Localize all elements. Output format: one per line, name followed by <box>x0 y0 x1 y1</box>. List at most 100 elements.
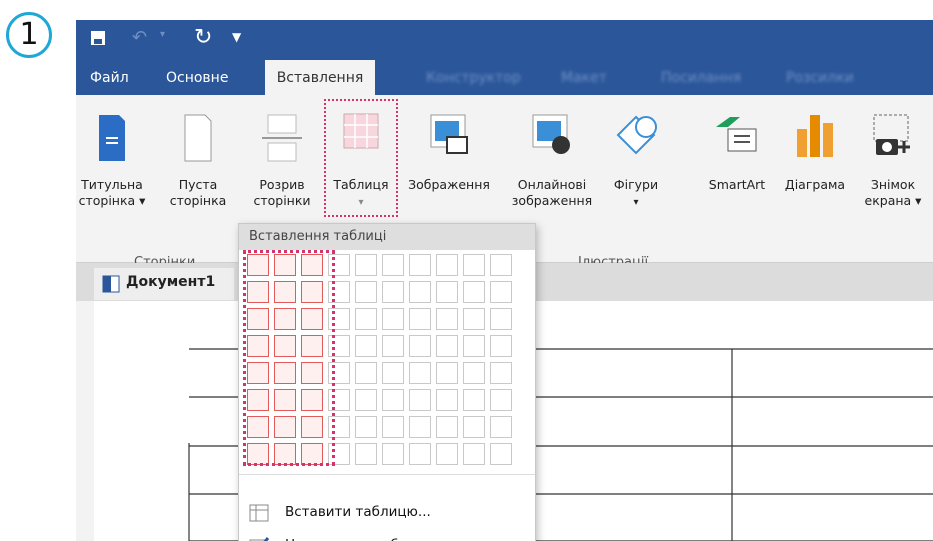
table-dropdown-arrow: ▾ <box>358 197 364 208</box>
page-break-label-2: сторінки <box>253 193 311 208</box>
insert-table-menu-item[interactable]: Вставити таблицю... <box>239 497 535 527</box>
table-icon <box>343 113 379 153</box>
grid-cell[interactable] <box>463 254 485 276</box>
grid-cell[interactable] <box>490 416 512 438</box>
online-pictures-button[interactable]: Онлайнові зображення <box>504 105 600 215</box>
ribbon-tabs: Файл Основне Вставлення Конструктор Маке… <box>76 60 933 95</box>
shapes-button[interactable]: Фігури ▾ <box>606 105 666 215</box>
grid-cell[interactable] <box>490 335 512 357</box>
grid-cell[interactable] <box>409 362 431 384</box>
grid-cell[interactable] <box>490 281 512 303</box>
grid-cell[interactable] <box>355 443 377 465</box>
table-label: Таблиця <box>333 177 389 192</box>
grid-cell[interactable] <box>436 254 458 276</box>
shapes-label: Фігури <box>613 177 659 192</box>
grid-cell[interactable] <box>436 281 458 303</box>
screenshot-button[interactable]: Знімок екрана ▾ <box>858 105 928 215</box>
chart-button[interactable]: Діаграма <box>778 105 852 215</box>
grid-cell[interactable] <box>409 389 431 411</box>
blank-page-label-2: сторінка <box>169 193 227 208</box>
insert-table-header: Вставлення таблиці <box>239 224 535 250</box>
grid-cell[interactable] <box>436 416 458 438</box>
online-picture-icon <box>531 113 573 161</box>
screenshot-label-2: екрана ▾ <box>864 193 922 208</box>
shapes-icon <box>614 113 658 165</box>
grid-cell[interactable] <box>382 443 404 465</box>
table-button[interactable]: Таблиця ▾ <box>324 99 398 217</box>
grid-cell[interactable] <box>490 254 512 276</box>
grid-cell[interactable] <box>355 389 377 411</box>
tab-insert[interactable]: Вставлення <box>265 60 375 95</box>
grid-cell[interactable] <box>490 308 512 330</box>
undo-icon[interactable]: ↶ <box>132 27 147 48</box>
save-icon[interactable] <box>90 30 106 51</box>
grid-cell[interactable] <box>463 416 485 438</box>
grid-cell[interactable] <box>436 362 458 384</box>
grid-cell[interactable] <box>382 308 404 330</box>
smartart-icon <box>714 113 760 161</box>
grid-cell[interactable] <box>490 443 512 465</box>
document-title: Документ1 <box>126 274 216 290</box>
tab-home[interactable]: Основне <box>156 60 238 95</box>
pencil-table-icon <box>249 536 270 541</box>
cover-page-icon <box>97 113 127 167</box>
page-break-label: Розрив <box>259 177 305 192</box>
grid-cell[interactable] <box>355 362 377 384</box>
pictures-label: Зображення <box>408 177 490 192</box>
page-break-button[interactable]: Розрив сторінки <box>246 105 318 215</box>
insert-table-dropdown: Вставлення таблиці Вставити таблицю... Н… <box>238 223 536 541</box>
online-pictures-label: Онлайнові <box>517 177 587 192</box>
grid-cell[interactable] <box>409 335 431 357</box>
cover-page-label: Титульна <box>81 177 143 192</box>
chart-icon <box>795 113 835 161</box>
draw-table-label: Накреслити таблицю <box>285 530 437 541</box>
tab-references[interactable]: Посилання <box>651 60 751 95</box>
grid-cell[interactable] <box>409 416 431 438</box>
grid-cell[interactable] <box>463 281 485 303</box>
grid-cell[interactable] <box>490 389 512 411</box>
grid-cell[interactable] <box>436 389 458 411</box>
cover-page-label-2: сторінка ▾ <box>78 193 146 208</box>
grid-cell[interactable] <box>355 254 377 276</box>
grid-cell[interactable] <box>382 335 404 357</box>
grid-cell[interactable] <box>382 254 404 276</box>
tab-layout[interactable]: Макет <box>551 60 617 95</box>
grid-cell[interactable] <box>409 254 431 276</box>
grid-cell[interactable] <box>355 416 377 438</box>
grid-cell[interactable] <box>463 335 485 357</box>
grid-cell[interactable] <box>463 308 485 330</box>
cover-page-button[interactable]: Титульна сторінка ▾ <box>76 105 148 215</box>
grid-cell[interactable] <box>463 389 485 411</box>
grid-cell[interactable] <box>382 281 404 303</box>
grid-cell[interactable] <box>409 443 431 465</box>
tab-mailings[interactable]: Розсилки <box>776 60 864 95</box>
customize-quick-access-icon[interactable]: ▼ <box>232 30 241 44</box>
draw-table-menu-item[interactable]: Накреслити таблицю <box>239 530 535 541</box>
grid-cell[interactable] <box>436 443 458 465</box>
grid-cell[interactable] <box>355 335 377 357</box>
grid-cell[interactable] <box>409 281 431 303</box>
grid-cell[interactable] <box>463 443 485 465</box>
smartart-button[interactable]: SmartArt <box>702 105 772 215</box>
grid-cell[interactable] <box>382 416 404 438</box>
grid-cell[interactable] <box>409 308 431 330</box>
grid-cell[interactable] <box>355 281 377 303</box>
grid-cell[interactable] <box>382 362 404 384</box>
grid-cell[interactable] <box>382 389 404 411</box>
blank-page-label: Пуста <box>178 177 218 192</box>
grid-cell[interactable] <box>355 308 377 330</box>
document-tab[interactable]: Документ1 <box>94 268 234 300</box>
blank-page-button[interactable]: Пуста сторінка <box>162 105 234 215</box>
undo-dropdown-icon[interactable]: ▾ <box>160 29 165 40</box>
pictures-button[interactable]: Зображення <box>406 105 492 215</box>
grid-cell[interactable] <box>436 308 458 330</box>
screenshot-icon <box>872 113 914 163</box>
grid-cell[interactable] <box>463 362 485 384</box>
dropdown-divider <box>239 474 535 475</box>
grid-cell[interactable] <box>490 362 512 384</box>
redo-icon[interactable]: ↻ <box>194 25 212 50</box>
grid-cell[interactable] <box>436 335 458 357</box>
tab-design[interactable]: Конструктор <box>416 60 531 95</box>
tab-file[interactable]: Файл <box>80 60 139 95</box>
title-bar: ↶ ▾ ↻ ▼ <box>76 20 933 60</box>
